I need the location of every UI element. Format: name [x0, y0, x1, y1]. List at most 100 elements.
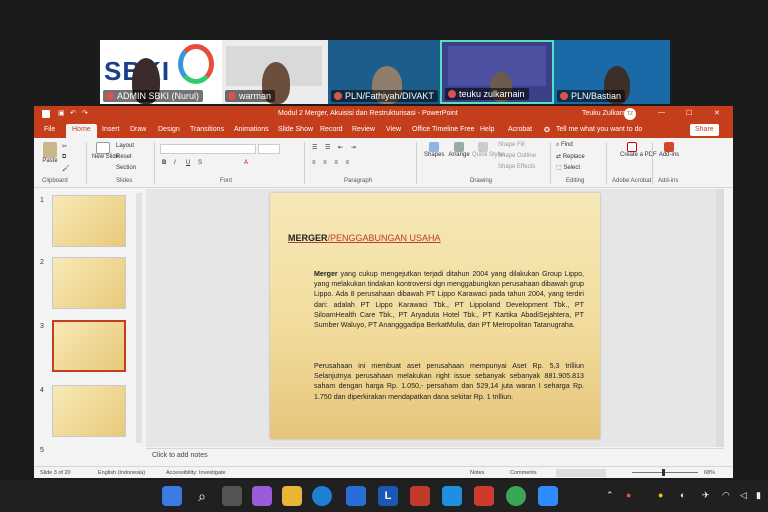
find-button[interactable]: ⌕ Find: [556, 142, 573, 149]
shape-outline-button[interactable]: Shape Outline: [498, 153, 536, 159]
participant-tile-1[interactable]: SBKI ADMIN SBKI (Nurul): [100, 40, 222, 104]
chrome-icon[interactable]: [506, 486, 526, 506]
font-color-button[interactable]: A: [244, 160, 248, 166]
layout-button[interactable]: Layout: [116, 143, 134, 149]
close-icon[interactable]: ✕: [714, 109, 720, 117]
minimize-icon[interactable]: —: [658, 109, 665, 116]
store-icon[interactable]: [346, 486, 366, 506]
copy-icon[interactable]: ⧉: [62, 154, 66, 161]
accessibility-status[interactable]: Accessibility: Investigate: [166, 470, 226, 476]
section-button[interactable]: Section: [116, 165, 136, 171]
antivirus-tray-icon[interactable]: ●: [626, 490, 631, 500]
tab-draw[interactable]: Draw: [130, 126, 146, 133]
font-family-dropdown[interactable]: [160, 144, 256, 154]
view-buttons[interactable]: [556, 469, 606, 477]
slide-thumbnail-4[interactable]: [52, 385, 126, 437]
tray-app-icon[interactable]: ◐: [680, 490, 685, 500]
zoom-slider[interactable]: [632, 472, 698, 473]
participant-tile-4-active[interactable]: teuku zulkarnain: [440, 40, 554, 104]
tab-acrobat[interactable]: Acrobat: [508, 126, 532, 133]
mcafee-icon[interactable]: [410, 486, 430, 506]
current-slide[interactable]: MERGER/PENGGABUNGAN USAHA Merger yang cu…: [270, 193, 600, 439]
underline-button[interactable]: U: [186, 160, 190, 166]
tab-record[interactable]: Record: [320, 126, 343, 133]
slide-thumbnail-2[interactable]: [52, 257, 126, 309]
quick-styles-button[interactable]: Quick Styles: [472, 142, 505, 158]
paste-button[interactable]: Paste: [40, 142, 60, 164]
shape-effects-button[interactable]: Shape Effects: [498, 164, 535, 170]
slide-scrollbar[interactable]: [716, 189, 724, 447]
font-size-dropdown[interactable]: [258, 144, 280, 154]
replace-button[interactable]: ⇄ Replace: [556, 153, 585, 160]
start-icon[interactable]: [162, 486, 182, 506]
slide-editing-area: MERGER/PENGGABUNGAN USAHA Merger yang cu…: [146, 189, 724, 447]
zoom-slider-thumb[interactable]: [662, 469, 665, 476]
align-buttons[interactable]: ≡ ≡ ≡ ≡: [312, 160, 352, 166]
save-icon[interactable]: ▣: [58, 109, 65, 117]
wifi-icon[interactable]: ◠: [722, 490, 730, 501]
user-avatar[interactable]: TZ: [624, 108, 636, 120]
bluetooth-icon[interactable]: ✈: [702, 490, 710, 501]
tab-home[interactable]: Home: [66, 124, 97, 138]
tab-slide-show[interactable]: Slide Show: [278, 126, 313, 133]
redo-icon[interactable]: ↷: [82, 109, 88, 117]
tab-help[interactable]: Help: [480, 126, 494, 133]
edge-icon[interactable]: [312, 486, 332, 506]
thumbnail-number: 1: [40, 197, 44, 204]
tab-transitions[interactable]: Transitions: [190, 126, 224, 133]
notes-pane[interactable]: Click to add notes: [146, 448, 724, 464]
select-button[interactable]: ⬚ Select: [556, 164, 580, 171]
file-explorer-icon[interactable]: [282, 486, 302, 506]
comments-button[interactable]: Comments: [510, 470, 537, 476]
notes-button[interactable]: Notes: [470, 470, 484, 476]
tab-office-timeline[interactable]: Office Timeline Free: [412, 126, 475, 133]
create-pdf-button[interactable]: Create a PDF: [620, 142, 657, 158]
app-l-icon[interactable]: L: [378, 486, 398, 506]
copilot-icon[interactable]: [252, 486, 272, 506]
maximize-icon[interactable]: ☐: [686, 109, 692, 117]
wps-icon[interactable]: [474, 486, 494, 506]
participant-tile-5[interactable]: PLN/Bastian: [554, 40, 670, 104]
task-view-icon[interactable]: [222, 486, 242, 506]
slide-title[interactable]: MERGER/PENGGABUNGAN USAHA: [288, 233, 441, 243]
reset-button[interactable]: Reset: [116, 154, 132, 160]
shapes-button[interactable]: Shapes: [424, 142, 444, 158]
tab-view[interactable]: View: [386, 126, 401, 133]
battery-icon[interactable]: ▮: [756, 490, 761, 501]
tab-insert[interactable]: Insert: [102, 126, 120, 133]
new-slide-button[interactable]: New Slide: [92, 142, 119, 160]
slide-thumbnail-1[interactable]: [52, 195, 126, 247]
tray-app-icon[interactable]: ●: [658, 490, 663, 500]
todo-icon[interactable]: [442, 486, 462, 506]
slide-paragraph-2[interactable]: Perusahaan ini membuat aset perusahaan m…: [314, 361, 584, 402]
autosave-icon[interactable]: [42, 110, 50, 118]
language-status[interactable]: English (Indonesia): [98, 470, 145, 476]
search-icon[interactable]: ⌕: [192, 486, 212, 506]
thumbnail-scrollbar[interactable]: [136, 193, 142, 443]
chevron-up-icon[interactable]: ⌃: [606, 490, 614, 501]
italic-button[interactable]: I: [174, 160, 176, 166]
tab-animations[interactable]: Animations: [234, 126, 269, 133]
bold-button[interactable]: B: [162, 160, 166, 166]
tab-file[interactable]: File: [44, 126, 55, 133]
add-ins-button[interactable]: Add-ins: [658, 142, 680, 158]
arrange-button[interactable]: Arrange: [448, 142, 470, 158]
shape-fill-button[interactable]: Shape Fill: [498, 142, 525, 148]
bullets-button[interactable]: ☰ ☰ ⇤ ⇥: [312, 144, 359, 151]
format-painter-icon[interactable]: 🖌: [62, 165, 70, 172]
slide-thumbnail-3-selected[interactable]: [52, 320, 126, 372]
undo-icon[interactable]: ↶: [70, 109, 76, 117]
tab-review[interactable]: Review: [352, 126, 375, 133]
thumbnail-number: 3: [40, 323, 44, 330]
zoom-app-icon[interactable]: [538, 486, 558, 506]
strikethrough-button[interactable]: S: [198, 160, 202, 166]
slide-paragraph-1[interactable]: Merger yang cukup mengejutkan terjadi di…: [314, 269, 584, 330]
zoom-level[interactable]: 68%: [704, 470, 715, 476]
search-input[interactable]: Tell me what you want to do: [556, 126, 642, 133]
tab-design[interactable]: Design: [158, 126, 180, 133]
participant-tile-3[interactable]: PLN/Fathiyah/DIVAKT: [328, 40, 440, 104]
share-button[interactable]: Share: [690, 124, 719, 136]
participant-tile-2[interactable]: warman: [222, 40, 328, 104]
cut-icon[interactable]: ✂: [62, 143, 67, 150]
volume-icon[interactable]: ◁: [740, 490, 747, 501]
